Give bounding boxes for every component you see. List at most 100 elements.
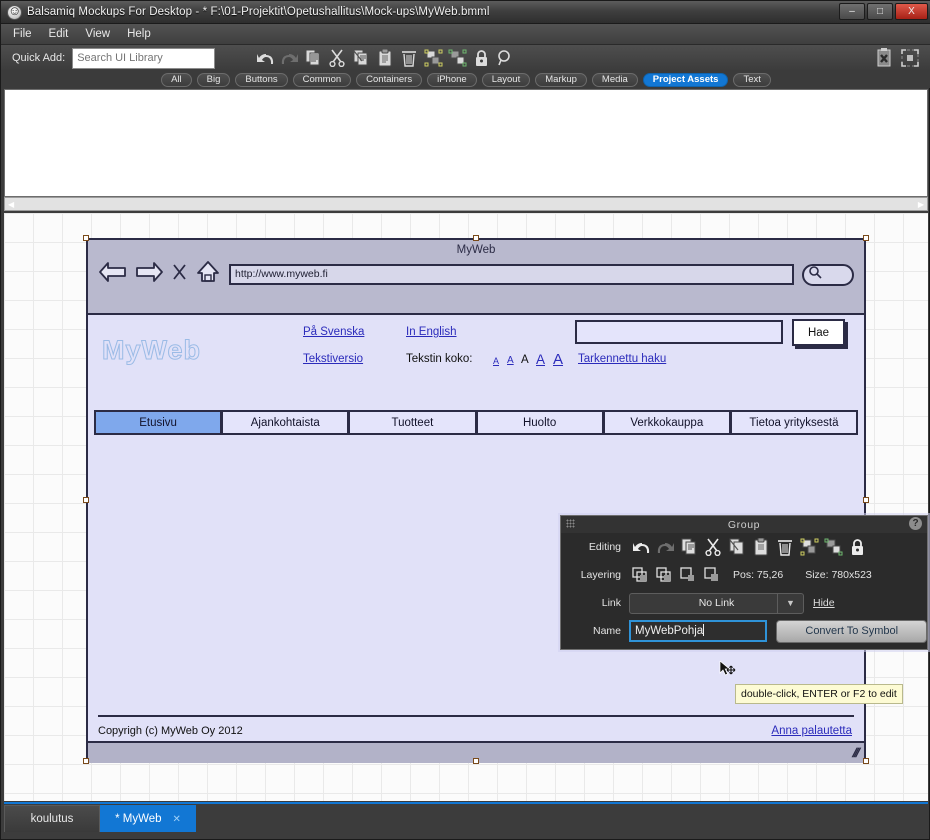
bring-forward-icon[interactable] xyxy=(653,564,677,586)
file-tab-koulutus[interactable]: koulutus xyxy=(4,805,100,832)
panel-duplicate-icon[interactable] xyxy=(725,536,749,558)
browser-search-box[interactable] xyxy=(802,263,854,286)
selection-handle-tr[interactable] xyxy=(863,235,869,241)
arrow-left-icon[interactable] xyxy=(98,260,127,289)
tab-iphone[interactable]: iPhone xyxy=(427,72,477,87)
help-icon[interactable]: ? xyxy=(909,517,922,530)
redo-icon[interactable] xyxy=(278,47,300,69)
hide-link[interactable]: Hide xyxy=(813,597,835,609)
link-pa-svenska[interactable]: På Svenska xyxy=(303,326,364,338)
menu-item-file[interactable]: File xyxy=(13,28,32,40)
selection-handle-bc[interactable] xyxy=(473,758,479,764)
ui-library-panel[interactable] xyxy=(4,89,928,197)
close-icon[interactable]: ✕ xyxy=(173,814,181,825)
link-dropdown[interactable]: No Link ▼ xyxy=(629,592,804,614)
send-to-back-icon[interactable] xyxy=(701,564,725,586)
nav-tab-huolto[interactable]: Huolto xyxy=(475,410,603,435)
library-horizontal-scrollbar[interactable]: ◀ ▶ xyxy=(4,197,928,211)
fit-to-screen-icon[interactable] xyxy=(899,47,921,69)
link-tarkennettu-haku[interactable]: Tarkennettu haku xyxy=(578,353,666,365)
text-size-option-5[interactable]: A xyxy=(553,351,563,368)
menu-item-edit[interactable]: Edit xyxy=(49,28,69,40)
tab-big[interactable]: Big xyxy=(196,72,231,87)
file-tab-myweb[interactable]: * MyWeb ✕ xyxy=(100,805,196,832)
copy-icon[interactable] xyxy=(302,47,324,69)
bring-to-front-icon[interactable] xyxy=(629,564,653,586)
send-backward-icon[interactable] xyxy=(677,564,701,586)
delete-icon[interactable] xyxy=(398,47,420,69)
panel-copy-icon[interactable] xyxy=(677,536,701,558)
tab-all[interactable]: All xyxy=(161,72,192,87)
duplicate-icon[interactable] xyxy=(350,47,372,69)
tab-project-assets[interactable]: Project Assets xyxy=(642,72,729,87)
lock-icon[interactable] xyxy=(470,47,492,69)
cut-icon[interactable] xyxy=(326,47,348,69)
selection-handle-tl[interactable] xyxy=(83,235,89,241)
menu-item-help[interactable]: Help xyxy=(127,28,151,40)
drag-dots-icon[interactable] xyxy=(566,519,575,528)
tab-markup[interactable]: Markup xyxy=(535,72,587,87)
tab-layout[interactable]: Layout xyxy=(481,72,531,87)
mockup-canvas[interactable]: MyWeb http://www.myweb.fi MyWeb På Svens… xyxy=(4,213,928,801)
panel-redo-icon[interactable] xyxy=(653,536,677,558)
home-icon[interactable] xyxy=(195,259,221,290)
window-title: Balsamiq Mockups For Desktop - * F:\01-P… xyxy=(27,6,490,18)
search-ui-library-input[interactable] xyxy=(72,47,216,69)
nav-tab-tuotteet[interactable]: Tuotteet xyxy=(348,410,476,435)
nav-tab-tietoa-yrityksesta[interactable]: Tietoa yrityksestä xyxy=(729,410,859,435)
selection-handle-mr[interactable] xyxy=(863,497,869,503)
group-icon[interactable] xyxy=(422,47,444,69)
resize-grip-icon[interactable]: /// xyxy=(851,745,861,760)
selection-handle-bl[interactable] xyxy=(83,758,89,764)
browser-toolbar-row: http://www.myweb.fi xyxy=(88,259,864,290)
zoom-icon[interactable] xyxy=(494,47,516,69)
panel-delete-icon[interactable] xyxy=(773,536,797,558)
chevron-down-icon[interactable]: ▼ xyxy=(777,593,803,613)
panel-cut-icon[interactable] xyxy=(701,536,725,558)
scroll-left-icon[interactable]: ◀ xyxy=(5,200,17,209)
convert-to-symbol-button[interactable]: Convert To Symbol xyxy=(776,619,927,643)
link-in-english[interactable]: In English xyxy=(406,326,457,338)
text-size-option-1[interactable]: A xyxy=(493,356,499,366)
panel-paste-icon[interactable] xyxy=(749,536,773,558)
text-size-option-3-current[interactable]: A xyxy=(521,354,529,366)
stop-x-icon[interactable] xyxy=(172,261,187,288)
footer-link-anna-palautetta[interactable]: Anna palautetta xyxy=(771,725,852,737)
arrow-right-icon[interactable] xyxy=(135,260,164,289)
close-button[interactable]: X xyxy=(895,3,928,20)
tab-text[interactable]: Text xyxy=(733,72,771,87)
ungroup-icon[interactable] xyxy=(446,47,468,69)
tab-buttons[interactable]: Buttons xyxy=(235,72,288,87)
nav-tab-verkkokauppa[interactable]: Verkkokauppa xyxy=(602,410,730,435)
minimize-button[interactable]: – xyxy=(839,3,865,20)
nav-tab-ajankohtaista[interactable]: Ajankohtaista xyxy=(221,410,349,435)
undo-icon[interactable] xyxy=(254,47,276,69)
selection-handle-ml[interactable] xyxy=(83,497,89,503)
text-size-option-4[interactable]: A xyxy=(536,352,545,367)
maximize-button[interactable]: □ xyxy=(867,3,893,20)
tab-media[interactable]: Media xyxy=(591,72,638,87)
menu-item-view[interactable]: View xyxy=(85,28,110,40)
site-search-button[interactable]: Hae xyxy=(792,319,845,346)
clear-search-icon[interactable] xyxy=(873,47,895,69)
site-search-input[interactable] xyxy=(575,320,783,344)
text-caret xyxy=(703,624,705,636)
panel-undo-icon[interactable] xyxy=(629,536,653,558)
selection-handle-tc[interactable] xyxy=(473,235,479,241)
link-tekstiversio[interactable]: Tekstiversio xyxy=(303,353,363,365)
group-properties-panel[interactable]: Group ? Editing Layering Pos: 75,26 Size… xyxy=(560,515,928,650)
selection-handle-br[interactable] xyxy=(863,758,869,764)
panel-group-icon[interactable] xyxy=(797,536,821,558)
tab-common[interactable]: Common xyxy=(292,72,352,87)
quick-add-toolbar: Quick Add: xyxy=(1,45,930,71)
panel-lock-icon[interactable] xyxy=(845,536,869,558)
scroll-right-icon[interactable]: ▶ xyxy=(915,200,927,209)
tab-containers[interactable]: Containers xyxy=(356,72,423,87)
selected-group-browser-mockup[interactable]: MyWeb http://www.myweb.fi MyWeb På Svens… xyxy=(83,235,869,764)
group-name-input[interactable]: MyWebPohja xyxy=(629,620,768,642)
paste-icon[interactable] xyxy=(374,47,396,69)
nav-tab-etusivu[interactable]: Etusivu xyxy=(94,410,222,435)
url-input[interactable]: http://www.myweb.fi xyxy=(229,264,794,285)
text-size-option-2[interactable]: A xyxy=(507,355,514,366)
panel-ungroup-icon[interactable] xyxy=(821,536,845,558)
